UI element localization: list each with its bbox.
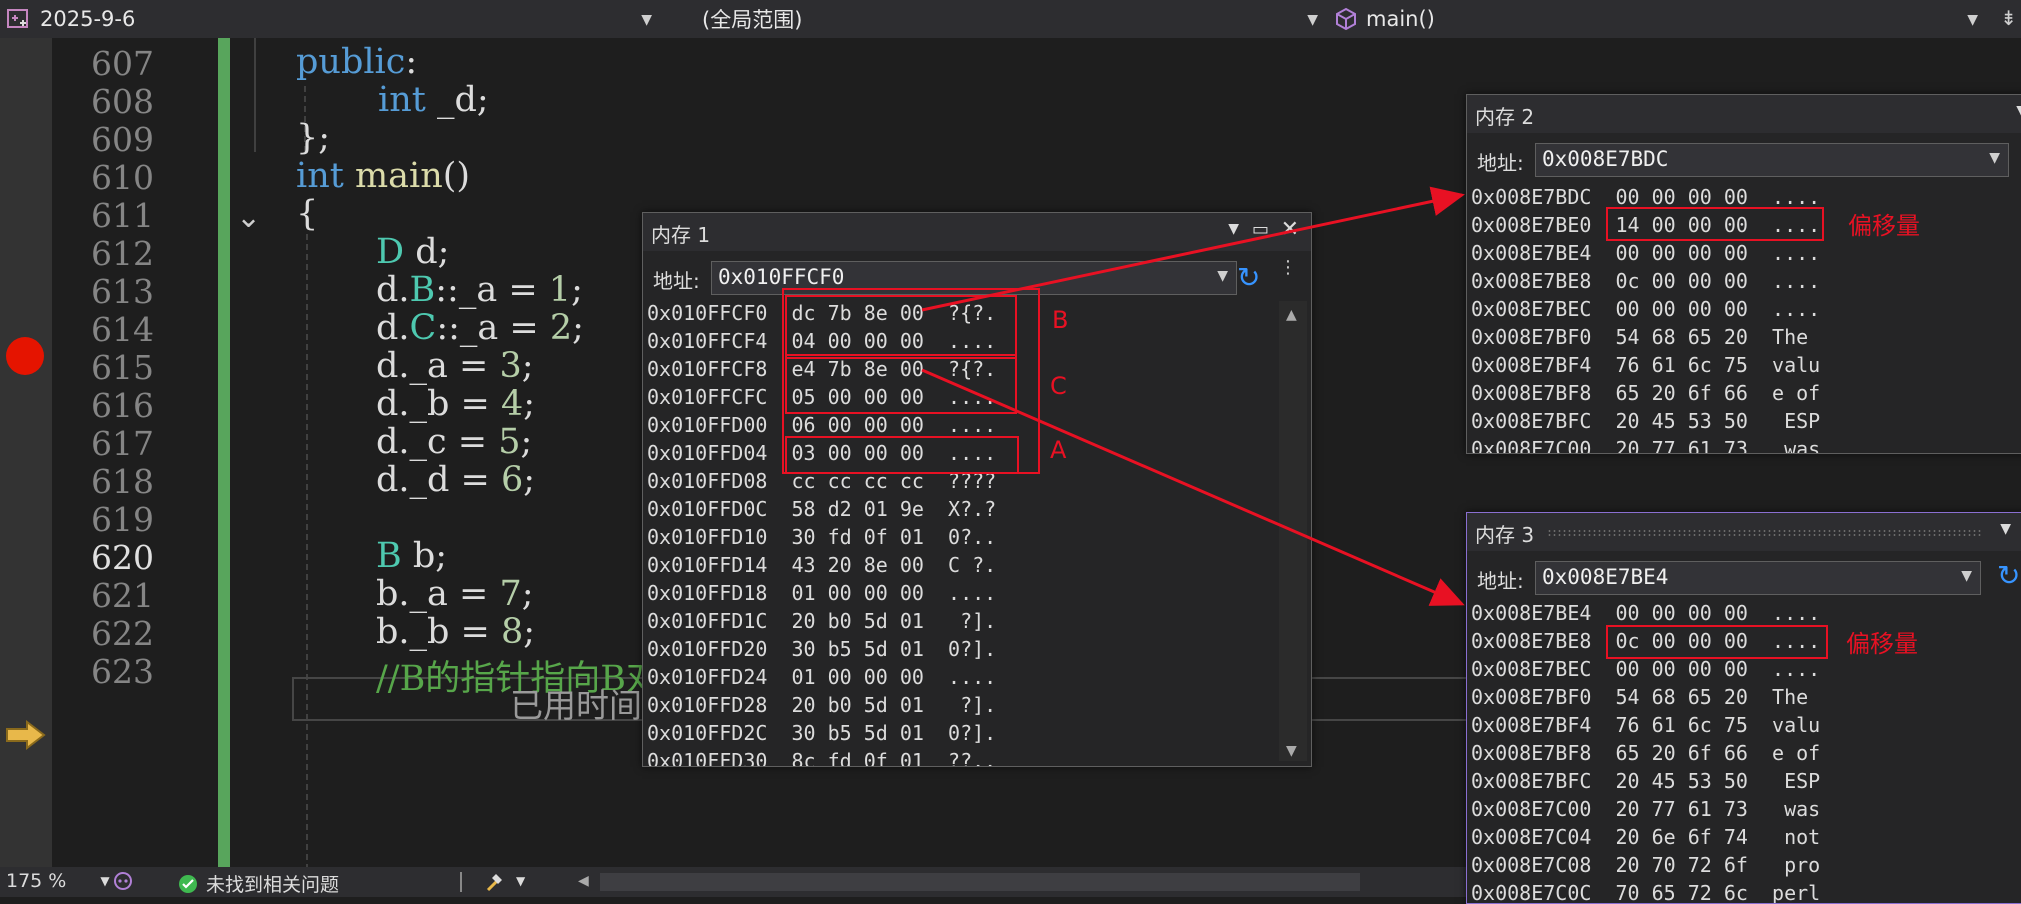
annotation-arrows (921, 186, 1465, 606)
arrow-c-to-memory-3 (921, 368, 1465, 606)
arrow-b-to-memory-2 (921, 186, 1465, 312)
